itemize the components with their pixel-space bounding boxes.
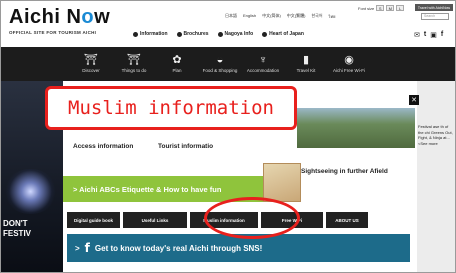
nav-label: Discover: [82, 68, 100, 73]
top-link-brochures[interactable]: Brochures: [176, 31, 209, 37]
top-links: Information Brochures Nagoya Info Heart …: [133, 31, 304, 37]
site-header: Aichi Now OFFICIAL SITE FOR TOURISM AICH…: [1, 1, 455, 41]
logo-text: Aichi N: [9, 6, 82, 28]
travel-button[interactable]: Travel with AichiNow: [415, 4, 453, 11]
lang-zh-tw[interactable]: 中文(繁體): [287, 13, 306, 20]
close-icon[interactable]: ✕: [409, 95, 419, 105]
lang-ja[interactable]: 日本語: [225, 13, 237, 20]
fireworks-image: [3, 169, 58, 214]
nav-label: Accommodation: [246, 68, 280, 73]
nav-label: Aichi Free Wi-Fi: [332, 68, 365, 73]
instagram-icon[interactable]: ▣: [430, 31, 437, 39]
mail-icon[interactable]: ✉: [414, 31, 420, 39]
site-logo[interactable]: Aichi Now: [9, 6, 110, 29]
font-size-s[interactable]: S: [376, 5, 385, 11]
tumblr-icon[interactable]: t: [424, 31, 426, 39]
nav-label: Plan: [172, 68, 182, 73]
nav-things-to-do[interactable]: ⛩ Things to do: [114, 47, 154, 81]
nav-plan[interactable]: ✿ Plan: [157, 47, 197, 81]
language-selector: 日本語 English 中文(简体) 中文(繁體) 한국어 ไทย: [225, 13, 336, 20]
browser-page: Aichi Now OFFICIAL SITE FOR TOURISM AICH…: [0, 0, 456, 273]
discover-icon: ⛩: [84, 54, 98, 66]
suitcase-icon: ▮: [302, 54, 310, 66]
nav-label: Things to do: [121, 68, 147, 73]
top-link-information[interactable]: Information: [133, 31, 168, 37]
nav-food-shopping[interactable]: ◒ Food & Shopping: [200, 47, 240, 81]
logo-text-end: w: [94, 6, 111, 28]
heart-icon: [262, 31, 268, 37]
flower-icon: ✿: [172, 54, 182, 66]
bed-icon: ♆: [258, 54, 268, 66]
about-us-button[interactable]: ABOUT US: [326, 212, 368, 228]
facebook-icon: f: [84, 241, 90, 255]
sns-banner-text: Get to know today's real Aichi through S…: [94, 243, 263, 253]
chevron-right-icon: >: [75, 243, 80, 253]
top-link-nagoya[interactable]: Nagoya Info: [217, 31, 253, 37]
background-news-text: Festival ase th of the chi Greens Out, F…: [418, 124, 453, 146]
font-size-label: Font size: [358, 5, 375, 11]
brochure-icon: [176, 31, 182, 37]
lang-ko[interactable]: 한국어: [311, 13, 322, 20]
annotation-highlight-ring: [204, 197, 300, 239]
wifi-icon: ◉: [344, 54, 354, 66]
lang-en[interactable]: English: [243, 13, 256, 20]
search-input[interactable]: Search: [421, 13, 449, 20]
annotation-callout: Muslim information: [45, 86, 297, 130]
etiquette-illustration: [263, 163, 301, 202]
useful-links-button[interactable]: Useful Links: [123, 212, 187, 228]
torii-icon: ⛩: [127, 54, 141, 66]
top-link-heart-of-japan[interactable]: Heart of Japan: [262, 31, 304, 37]
site-tagline: OFFICIAL SITE FOR TOURISM AICHI: [9, 30, 97, 35]
nav-discover[interactable]: ⛩ Discover: [71, 47, 111, 81]
nav-accommodation[interactable]: ♆ Accommodation: [243, 47, 283, 81]
main-nav: ⛩ Discover ⛩ Things to do ✿ Plan ◒ Food & Sh…: [1, 47, 455, 81]
nav-free-wifi[interactable]: ◉ Aichi Free Wi-Fi: [329, 47, 369, 81]
font-size-control: Font size S M L: [358, 5, 405, 11]
background-panel-right: [417, 81, 455, 272]
facebook-icon[interactable]: f: [441, 31, 443, 39]
lang-zh-cn[interactable]: 中文(简体): [262, 13, 281, 20]
village-photo: [297, 108, 415, 148]
background-headline: DON'T FESTIV: [3, 219, 32, 238]
tourist-information-link[interactable]: Tourist informatio: [158, 143, 213, 150]
nav-label: Travel Kit: [296, 68, 316, 73]
access-information-link[interactable]: Access information: [73, 143, 133, 150]
lang-th[interactable]: ไทย: [329, 13, 336, 20]
font-size-m[interactable]: M: [386, 5, 395, 11]
bowl-icon: ◒: [216, 54, 224, 66]
logo-o: o: [81, 6, 95, 28]
nav-travel-kit[interactable]: ▮ Travel Kit: [286, 47, 326, 81]
sightseeing-link[interactable]: Sightseeing in further Afield: [301, 168, 401, 176]
nagoya-icon: [217, 31, 223, 37]
social-links: ✉ t ▣ f: [414, 31, 443, 39]
font-size-l[interactable]: L: [396, 5, 405, 11]
nav-label: Food & Shopping: [202, 68, 238, 73]
info-icon: [133, 31, 138, 37]
digital-guide-book-button[interactable]: Digital guide book: [67, 212, 120, 228]
